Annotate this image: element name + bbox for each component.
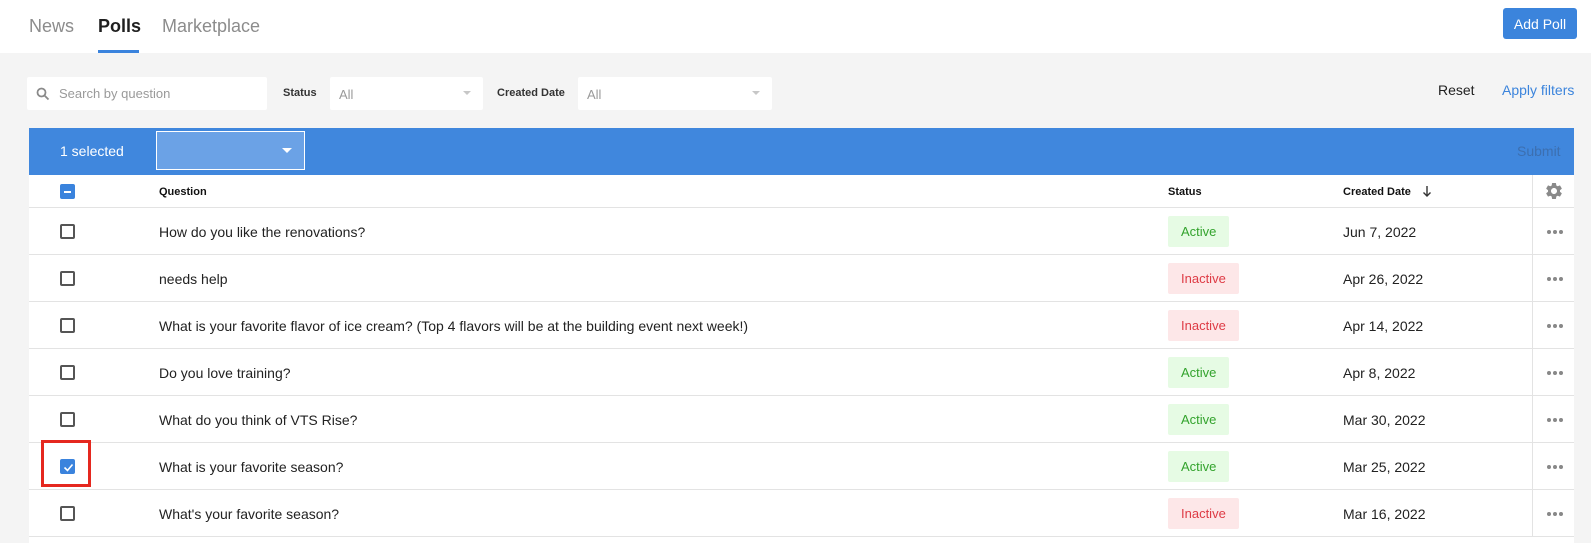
table-row[interactable]: What is your favorite season? Active Mar… [29,443,1574,490]
polls-table: 1 selected Submit Question Status Create… [29,128,1574,543]
question-text: What is your favorite season? [159,459,344,475]
gear-icon[interactable] [1544,181,1564,201]
checkmark-icon [63,463,74,472]
submit-button[interactable]: Submit [1517,143,1561,159]
selected-count: 1 selected [60,143,124,159]
status-filter-label: Status [283,87,317,99]
add-poll-button[interactable]: Add Poll [1503,8,1577,39]
status-badge: Active [1168,216,1230,247]
created-date: Mar 16, 2022 [1343,506,1426,522]
column-settings-cell [1532,175,1574,208]
created-date: Jun 7, 2022 [1343,224,1417,240]
status-badge: Active [1168,404,1230,435]
more-dots-icon[interactable] [1532,255,1574,302]
select-all-checkbox[interactable] [60,184,75,199]
question-text: Do you love training? [159,365,291,381]
reset-button[interactable]: Reset [1438,82,1475,98]
status-filter-value: All [339,87,354,102]
question-text: How do you like the renovations? [159,224,366,240]
row-checkbox[interactable] [60,318,75,333]
row-checkbox[interactable] [60,459,75,474]
status-badge: Inactive [1168,263,1239,294]
column-header-created-date[interactable]: Created Date [1343,186,1411,198]
bulk-action-bar: 1 selected Submit [29,128,1574,175]
row-checkbox[interactable] [60,271,75,286]
row-checkbox[interactable] [60,224,75,239]
tab-news[interactable]: News [29,16,74,37]
active-tab-indicator [98,50,139,53]
created-date: Apr 8, 2022 [1343,365,1416,381]
question-text: What's your favorite season? [159,506,340,522]
created-date-filter-label: Created Date [497,87,565,99]
row-checkbox[interactable] [60,365,75,380]
bulk-action-select[interactable] [156,131,305,170]
created-date-filter-value: All [587,87,602,102]
more-dots-icon[interactable] [1532,490,1574,537]
caret-down-icon [752,91,760,95]
more-dots-icon[interactable] [1532,208,1574,255]
table-row[interactable]: What's your favorite season? Inactive Ma… [29,490,1574,537]
created-date: Mar 25, 2022 [1343,459,1426,475]
table-row[interactable]: Do you love training? Active Apr 8, 2022 [29,349,1574,396]
tab-marketplace[interactable]: Marketplace [162,16,260,37]
table-header: Question Status Created Date [29,175,1574,208]
column-header-question: Question [159,186,207,198]
status-filter-select[interactable]: All [330,77,483,110]
row-checkbox[interactable] [60,506,75,521]
column-header-status: Status [1168,186,1202,198]
row-checkbox[interactable] [60,412,75,427]
created-date: Apr 26, 2022 [1343,271,1424,287]
table-row[interactable]: needs help Inactive Apr 26, 2022 [29,255,1574,302]
status-badge: Active [1168,451,1230,482]
tab-polls[interactable]: Polls [98,16,141,37]
more-dots-icon[interactable] [1532,396,1574,443]
search-icon [36,87,50,101]
search-input[interactable] [59,77,259,110]
search-box [27,77,267,110]
question-text: What is your favorite flavor of ice crea… [159,318,749,334]
table-row[interactable]: How do you like the renovations? Active … [29,208,1574,255]
more-dots-icon[interactable] [1532,443,1574,490]
status-badge: Inactive [1168,310,1239,341]
table-row[interactable]: What do you think of VTS Rise? Active Ma… [29,396,1574,443]
caret-down-icon [282,148,292,153]
top-nav: News Polls Marketplace Add Poll [0,0,1591,53]
status-badge: Active [1168,357,1230,388]
question-text: What do you think of VTS Rise? [159,412,358,428]
sort-down-arrow-icon[interactable] [1422,185,1432,198]
created-date: Mar 30, 2022 [1343,412,1426,428]
caret-down-icon [463,91,471,95]
more-dots-icon[interactable] [1532,302,1574,349]
created-date-filter-select[interactable]: All [578,77,772,110]
apply-filters-button[interactable]: Apply filters [1502,82,1574,98]
table-row[interactable]: What is your favorite flavor of ice crea… [29,302,1574,349]
status-badge: Inactive [1168,498,1239,529]
more-dots-icon[interactable] [1532,349,1574,396]
question-text: needs help [159,271,228,287]
created-date: Apr 14, 2022 [1343,318,1424,334]
